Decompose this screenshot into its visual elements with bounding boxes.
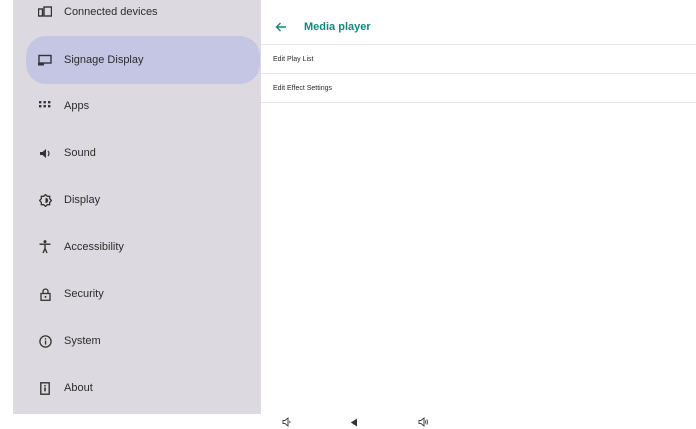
sidebar-item-label: Apps	[64, 100, 90, 112]
info-icon	[38, 334, 52, 348]
speaker-icon	[38, 146, 52, 160]
back-triangle-icon[interactable]	[348, 416, 360, 428]
list-item-edit-effect-settings[interactable]: Edit Effect Settings	[261, 74, 696, 103]
signage-display-icon	[38, 53, 52, 67]
system-navigation-bar	[0, 414, 696, 429]
phone-icon	[38, 381, 52, 395]
sidebar-item-label: Display	[64, 194, 101, 206]
sidebar-item-sound[interactable]: Sound	[13, 129, 261, 177]
volume-down-icon[interactable]	[281, 416, 293, 428]
devices-icon	[38, 5, 52, 19]
media-player-panel: Media player Edit Play List Edit Effect …	[261, 10, 696, 414]
list-item-edit-play-list[interactable]: Edit Play List	[261, 45, 696, 74]
lock-icon	[38, 287, 52, 301]
sidebar-item-label: Security	[64, 288, 104, 300]
list-item-label: Edit Play List	[273, 55, 314, 63]
sidebar-item-label: Sound	[64, 147, 96, 159]
sidebar-item-system[interactable]: System	[13, 317, 261, 365]
list-item-label: Edit Effect Settings	[273, 84, 333, 92]
sidebar-item-label: Connected devices	[64, 6, 158, 18]
sidebar-item-apps[interactable]: Apps	[13, 82, 261, 130]
apps-grid-icon	[38, 99, 52, 113]
sidebar-item-label: About	[64, 382, 93, 394]
settings-sidebar: Connected devices Signage Display Apps S…	[13, 0, 261, 414]
panel-header: Media player	[261, 10, 696, 45]
brightness-icon	[38, 193, 52, 207]
sidebar-item-about[interactable]: About	[13, 364, 261, 412]
sidebar-item-label: System	[64, 335, 101, 347]
sidebar-item-connected-devices[interactable]: Connected devices	[13, 0, 261, 36]
sidebar-item-label: Signage Display	[64, 54, 144, 66]
back-arrow-icon[interactable]	[273, 19, 289, 35]
accessibility-icon	[38, 240, 52, 254]
volume-up-icon[interactable]	[417, 416, 429, 428]
sidebar-item-accessibility[interactable]: Accessibility	[13, 223, 261, 271]
sidebar-item-label: Accessibility	[64, 241, 124, 253]
sidebar-item-signage-display[interactable]: Signage Display	[26, 36, 260, 84]
page-title: Media player	[304, 21, 371, 33]
sidebar-item-display[interactable]: Display	[13, 176, 261, 224]
sidebar-item-security[interactable]: Security	[13, 270, 261, 318]
